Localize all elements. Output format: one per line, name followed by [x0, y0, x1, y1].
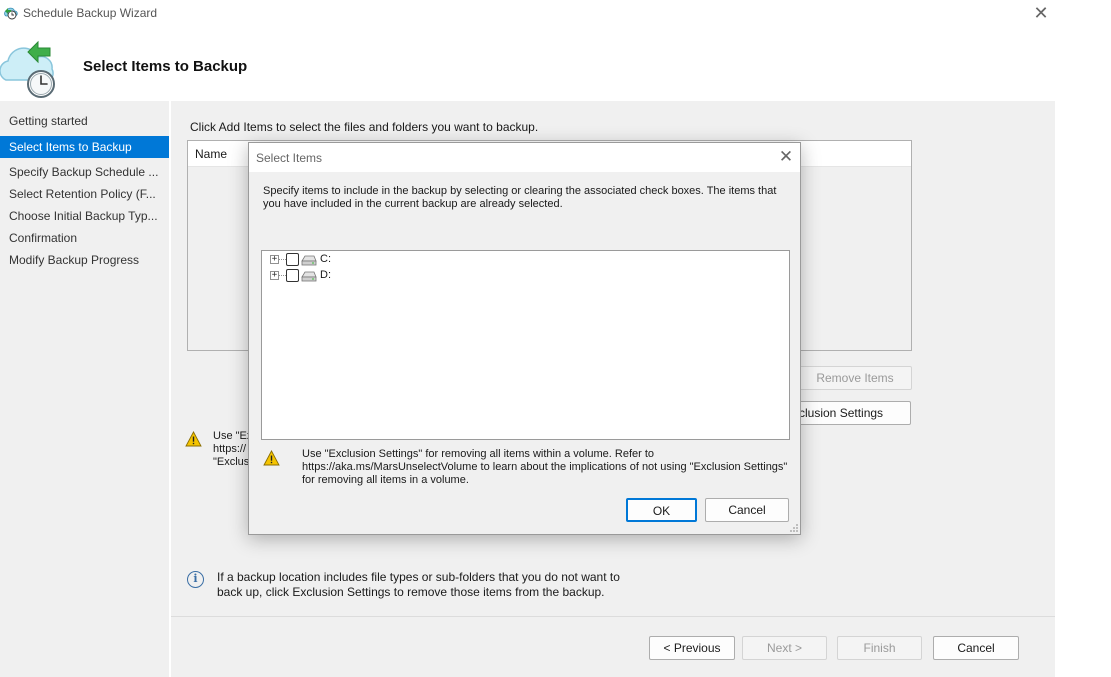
footer-divider [171, 616, 1055, 617]
info-icon: i [187, 571, 204, 588]
sidebar-item-backup-schedule[interactable]: Specify Backup Schedule ... [0, 161, 169, 183]
finish-button[interactable]: Finish [837, 636, 922, 660]
next-button[interactable]: Next > [742, 636, 827, 660]
cloud-backup-icon [4, 7, 18, 20]
drive-d-label: D: [320, 269, 331, 281]
sidebar-item-confirmation[interactable]: Confirmation [0, 227, 169, 249]
resize-grip-icon[interactable] [789, 523, 799, 533]
warning-icon [185, 431, 202, 447]
dialog-description: Specify items to include in the backup b… [263, 185, 777, 210]
dialog-cancel-button[interactable]: Cancel [705, 498, 789, 522]
wizard-header: Select Items to Backup [0, 26, 1111, 101]
select-items-dialog: Select Items ✕ Specify items to include … [248, 142, 801, 535]
drive-icon [301, 271, 317, 282]
ok-button[interactable]: OK [626, 498, 697, 522]
sidebar-item-modify-progress[interactable]: Modify Backup Progress [0, 249, 169, 271]
drive-tree[interactable]: + C: + D: [261, 250, 790, 440]
exclusion-settings-button[interactable]: clusion Settings [785, 401, 911, 425]
warning-line-2: https:// [213, 443, 247, 455]
sidebar-item-select-items[interactable]: Select Items to Backup [0, 136, 169, 158]
dialog-title-bar: Select Items ✕ [249, 143, 800, 172]
drive-c-label: C: [320, 253, 331, 265]
close-icon[interactable]: ✕ [1031, 3, 1051, 23]
warning-line-1: Use "Ex [213, 430, 253, 442]
warning-line-3: "Exclus [213, 456, 250, 468]
sidebar-item-initial-backup-type[interactable]: Choose Initial Backup Typ... [0, 205, 169, 227]
sidebar-item-retention-policy[interactable]: Select Retention Policy (F... [0, 183, 169, 205]
page-title: Select Items to Backup [83, 58, 248, 75]
drive-icon [301, 255, 317, 266]
cancel-button[interactable]: Cancel [933, 636, 1019, 660]
info-text: If a backup location includes file types… [217, 570, 620, 599]
warning-icon [263, 450, 280, 466]
drive-c-checkbox[interactable] [286, 253, 299, 266]
title-bar: Schedule Backup Wizard ✕ [0, 0, 1111, 26]
previous-button[interactable]: < Previous [649, 636, 735, 660]
warning-text: Use "Ex https:// "Exclus [213, 430, 253, 469]
wizard-steps-sidebar: Getting started Select Items to Backup S… [0, 101, 169, 677]
remove-items-button[interactable]: Remove Items [798, 366, 912, 390]
expand-icon[interactable]: + [270, 255, 279, 264]
instruction-text: Click Add Items to select the files and … [190, 120, 539, 134]
cloud-clock-icon [0, 40, 55, 98]
dialog-warning-text: Use "Exclusion Settings" for removing al… [302, 448, 788, 486]
dialog-title: Select Items [256, 151, 323, 165]
dialog-close-icon[interactable]: ✕ [776, 147, 796, 167]
expand-icon[interactable]: + [270, 271, 279, 280]
column-header-name[interactable]: Name [195, 147, 227, 161]
sidebar-item-getting-started[interactable]: Getting started [0, 110, 169, 132]
window-title: Schedule Backup Wizard [23, 6, 158, 20]
drive-d-checkbox[interactable] [286, 269, 299, 282]
